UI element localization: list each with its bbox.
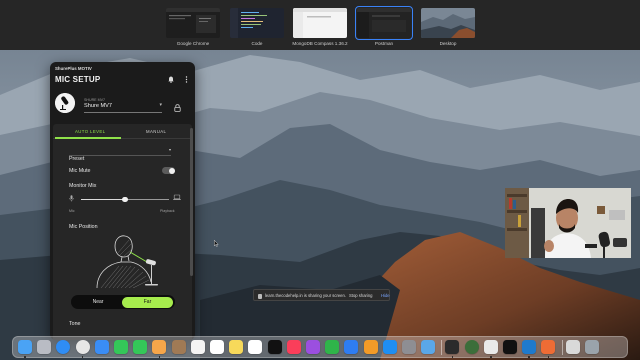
stop-sharing-button[interactable]: Stop sharing (349, 293, 373, 298)
mic-mute-toggle[interactable] (162, 167, 175, 174)
safari-icon[interactable] (56, 340, 71, 354)
podcasts-icon[interactable] (306, 340, 320, 354)
mic-mute-label: Mic Mute (69, 168, 91, 174)
webcam-overlay (505, 188, 631, 258)
monitor-mix-slider[interactable] (81, 196, 169, 203)
mic-position-illustration (96, 235, 158, 288)
mongodb-icon[interactable] (483, 340, 498, 354)
contacts-icon[interactable] (171, 340, 186, 354)
trash-icon[interactable] (584, 340, 599, 354)
slider-fill (81, 199, 125, 201)
switcher-label: Desktop (439, 41, 457, 46)
preview2-icon[interactable] (565, 340, 580, 354)
numbers-icon[interactable] (325, 340, 340, 354)
window-switcher: Google Chrome Code MongoDB Compass 1.36.… (0, 0, 640, 50)
mouse-cursor-icon (214, 240, 219, 247)
share-indicator-icon (258, 293, 262, 299)
preset-label: Preset (69, 156, 85, 162)
switcher-window-postman[interactable]: Postman (355, 6, 413, 46)
tab-manual[interactable]: MANUAL (146, 129, 166, 134)
active-tab-indicator (55, 137, 121, 139)
preview-icon[interactable] (421, 340, 436, 354)
device-caption: SHURE MV7 (84, 98, 105, 102)
switcher-window-code[interactable]: Code (230, 8, 284, 46)
notes-icon[interactable] (229, 340, 244, 354)
dock-separator (561, 340, 563, 355)
toggle-knob (169, 167, 175, 174)
distance-segmented-control: Near Far (71, 295, 175, 309)
app-brand: ShurePlus MOTIV (55, 66, 92, 71)
music-icon[interactable] (286, 340, 301, 354)
running-indicator (490, 356, 492, 358)
mode-tabs: AUTO LEVEL MANUAL (53, 124, 192, 139)
launchpad-icon[interactable] (37, 340, 52, 354)
chevron-down-icon: ▾ (159, 102, 162, 108)
robo3t-icon[interactable] (464, 340, 479, 354)
switcher-window-mongodb[interactable]: MongoDB Compass 1.36.2 (292, 8, 348, 46)
pages-icon[interactable] (363, 340, 378, 354)
screen-share-notice: learn.thecodehelp.in is sharing your scr… (253, 289, 390, 301)
finder-icon[interactable] (18, 340, 32, 354)
dock (12, 336, 628, 358)
switcher-window-chrome[interactable]: Google Chrome (166, 8, 220, 46)
monitor-mix-label: Monitor Mix (69, 183, 97, 189)
mix-left-label: Mic (69, 209, 75, 213)
more-menu-icon[interactable] (185, 76, 188, 83)
microphone-icon (69, 195, 74, 202)
freeform-icon[interactable] (248, 340, 263, 354)
running-indicator (24, 356, 26, 358)
chrome-icon[interactable] (75, 340, 90, 354)
mic-position-label: Mic Position (69, 224, 98, 230)
settings-panel: AUTO LEVEL MANUAL Preset ▾ Mic Mute Moni… (53, 124, 192, 340)
motiv-icon[interactable] (503, 340, 517, 354)
messages-icon[interactable] (133, 340, 148, 354)
far-button[interactable]: Far (122, 296, 173, 308)
hide-link[interactable]: Hide (381, 293, 390, 298)
panel-scrollbar[interactable] (190, 128, 193, 276)
running-indicator (81, 356, 84, 358)
chevron-down-icon: ▾ (168, 147, 171, 152)
share-notice-text: learn.thecodehelp.in is sharing your scr… (265, 293, 347, 299)
device-selector[interactable]: Shure MV7 ▾ (84, 102, 162, 113)
terminal-icon[interactable] (445, 340, 460, 354)
tab-auto-level[interactable]: AUTO LEVEL (75, 129, 105, 134)
settings-icon[interactable] (402, 340, 416, 354)
motiv-app-window: ShurePlus MOTIV MIC SETUP SHURE MV7 Shur… (50, 62, 195, 340)
appletv-icon[interactable] (267, 340, 282, 354)
mail-icon[interactable] (94, 340, 109, 354)
dock-separator (441, 340, 443, 355)
page-title: MIC SETUP (55, 75, 101, 84)
tone-label: Tone (69, 321, 81, 327)
running-indicator (547, 356, 550, 358)
calendar-icon[interactable] (190, 340, 205, 354)
running-indicator (528, 356, 530, 358)
reminders-icon[interactable] (210, 340, 224, 354)
vscode-icon[interactable] (522, 340, 537, 354)
device-name: Shure MV7 (84, 103, 112, 109)
laptop-icon (173, 194, 181, 200)
appstore-icon[interactable] (382, 340, 397, 354)
lock-icon[interactable] (174, 104, 181, 112)
switcher-window-desktop[interactable]: Desktop (421, 8, 475, 46)
postman-icon[interactable] (541, 340, 556, 354)
running-indicator (451, 356, 454, 358)
bell-icon[interactable] (168, 76, 174, 83)
facetime-icon[interactable] (114, 340, 128, 354)
mix-right-label: Playback (160, 209, 175, 213)
running-indicator (158, 356, 161, 358)
microphone-device-icon (55, 93, 75, 113)
near-button[interactable]: Near (73, 297, 123, 308)
keynote-icon[interactable] (344, 340, 359, 354)
slider-thumb[interactable] (122, 196, 128, 203)
preset-dropdown[interactable]: Preset ▾ (69, 147, 171, 162)
photos-icon[interactable] (152, 340, 167, 354)
